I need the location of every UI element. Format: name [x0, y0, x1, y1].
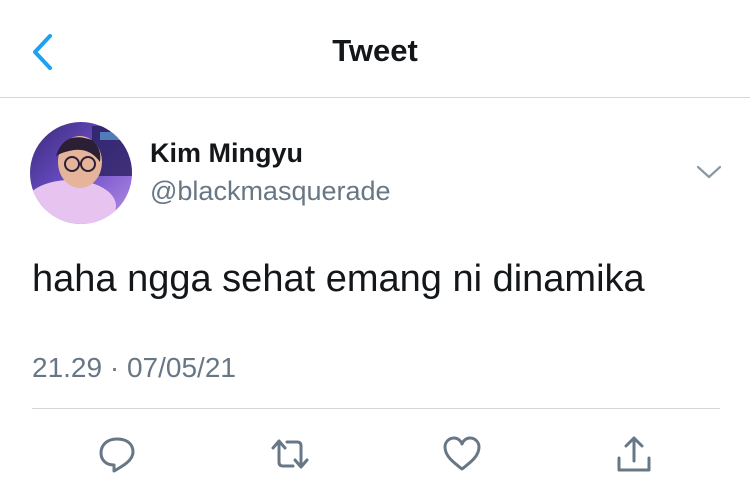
avatar[interactable] — [30, 122, 132, 224]
page-title: Tweet — [332, 33, 418, 68]
avatar-image — [30, 122, 132, 224]
navigation-bar: Tweet — [0, 0, 750, 98]
retweet-button[interactable] — [268, 432, 312, 476]
tweet-date[interactable]: 07/05/21 — [127, 352, 236, 383]
divider — [32, 408, 720, 409]
separator: · — [109, 352, 120, 383]
author-handle[interactable]: @blackmasquerade — [150, 176, 391, 207]
author-name[interactable]: Kim Mingyu — [150, 138, 303, 169]
share-icon — [617, 436, 651, 472]
like-button[interactable] — [440, 432, 484, 476]
chevron-down-icon — [696, 165, 722, 179]
tweet-timestamp: 21.29 · 07/05/21 — [32, 352, 236, 384]
reply-button[interactable] — [95, 432, 139, 476]
tweet-text: haha ngga sehat emang ni dinamika — [32, 258, 645, 300]
tweet-time: 21.29 — [32, 352, 103, 383]
like-icon — [443, 436, 481, 471]
retweet-icon — [271, 439, 309, 469]
more-options-button[interactable] — [692, 158, 726, 186]
share-button[interactable] — [612, 432, 656, 476]
reply-icon — [99, 437, 135, 473]
